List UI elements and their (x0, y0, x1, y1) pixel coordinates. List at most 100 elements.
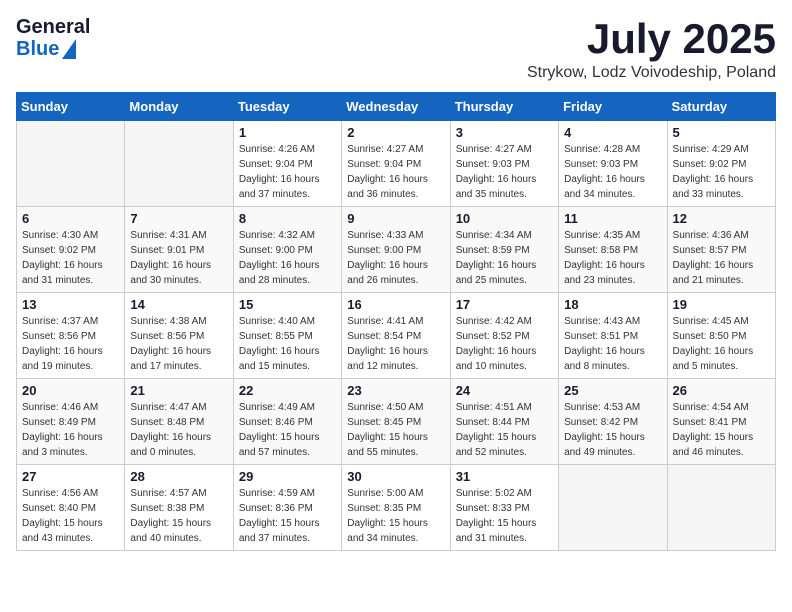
day-detail: Sunrise: 4:26 AM Sunset: 9:04 PM Dayligh… (239, 142, 336, 202)
calendar-cell: 19 Sunrise: 4:45 AM Sunset: 8:50 PM Dayli… (667, 293, 775, 379)
calendar-cell: 2 Sunrise: 4:27 AM Sunset: 9:04 PM Daylig… (342, 121, 450, 207)
day-number: 20 (22, 383, 119, 398)
calendar-cell (17, 121, 125, 207)
calendar-cell: 10Sunrise: 4:34 AM Sunset: 8:59 PM Dayli… (450, 207, 558, 293)
calendar-cell: 17Sunrise: 4:42 AM Sunset: 8:52 PM Dayli… (450, 293, 558, 379)
calendar-cell: 4 Sunrise: 4:28 AM Sunset: 9:03 PM Daylig… (559, 121, 667, 207)
calendar-cell: 9Sunrise: 4:33 AM Sunset: 9:00 PM Daylig… (342, 207, 450, 293)
day-detail: Sunrise: 4:51 AM Sunset: 8:44 PM Dayligh… (456, 400, 553, 460)
calendar-cell: 14Sunrise: 4:38 AM Sunset: 8:56 PM Dayli… (125, 293, 233, 379)
day-number: 12 (673, 211, 770, 226)
day-number: 30 (347, 469, 444, 484)
calendar-cell: 11Sunrise: 4:35 AM Sunset: 8:58 PM Dayli… (559, 207, 667, 293)
day-number: 24 (456, 383, 553, 398)
weekday-header-row: SundayMondayTuesdayWednesdayThursdayFrid… (17, 93, 776, 121)
logo-blue-text: Blue (16, 38, 59, 60)
day-number: 22 (239, 383, 336, 398)
logo-triangle-icon (62, 39, 76, 59)
calendar-cell: 26 Sunrise: 4:54 AM Sunset: 8:41 PM Dayli… (667, 379, 775, 465)
day-number: 17 (456, 297, 553, 312)
calendar-week-row: 27 Sunrise: 4:56 AM Sunset: 8:40 PM Dayli… (17, 465, 776, 551)
calendar-week-row: 6 Sunrise: 4:30 AM Sunset: 9:02 PM Daylig… (17, 207, 776, 293)
day-detail: Sunrise: 4:41 AM Sunset: 8:54 PM Dayligh… (347, 314, 444, 374)
day-detail: Sunrise: 4:40 AM Sunset: 8:55 PM Dayligh… (239, 314, 336, 374)
day-detail: Sunrise: 4:54 AM Sunset: 8:41 PM Dayligh… (673, 400, 770, 460)
day-number: 4 (564, 125, 661, 140)
day-detail: Sunrise: 4:27 AM Sunset: 9:04 PM Dayligh… (347, 142, 444, 202)
calendar-cell: 18 Sunrise: 4:43 AM Sunset: 8:51 PM Dayli… (559, 293, 667, 379)
day-detail: Sunrise: 4:46 AM Sunset: 8:49 PM Dayligh… (22, 400, 119, 460)
day-number: 21 (130, 383, 227, 398)
day-number: 19 (673, 297, 770, 312)
month-title: July 2025 (527, 16, 776, 62)
day-detail: Sunrise: 4:50 AM Sunset: 8:45 PM Dayligh… (347, 400, 444, 460)
day-number: 29 (239, 469, 336, 484)
calendar-cell: 31 Sunrise: 5:02 AM Sunset: 8:33 PM Dayli… (450, 465, 558, 551)
calendar-cell: 24 Sunrise: 4:51 AM Sunset: 8:44 PM Dayli… (450, 379, 558, 465)
day-detail: Sunrise: 4:43 AM Sunset: 8:51 PM Dayligh… (564, 314, 661, 374)
day-number: 13 (22, 297, 119, 312)
weekday-header: Tuesday (233, 93, 341, 121)
day-detail: Sunrise: 4:53 AM Sunset: 8:42 PM Dayligh… (564, 400, 661, 460)
day-detail: Sunrise: 4:56 AM Sunset: 8:40 PM Dayligh… (22, 486, 119, 546)
day-detail: Sunrise: 4:34 AM Sunset: 8:59 PM Dayligh… (456, 228, 553, 288)
calendar-table: SundayMondayTuesdayWednesdayThursdayFrid… (16, 92, 776, 551)
day-number: 6 (22, 211, 119, 226)
calendar-cell: 22 Sunrise: 4:49 AM Sunset: 8:46 PM Dayli… (233, 379, 341, 465)
weekday-header: Sunday (17, 93, 125, 121)
day-number: 5 (673, 125, 770, 140)
weekday-header: Saturday (667, 93, 775, 121)
day-number: 15 (239, 297, 336, 312)
weekday-header: Friday (559, 93, 667, 121)
day-number: 25 (564, 383, 661, 398)
day-number: 2 (347, 125, 444, 140)
day-detail: Sunrise: 4:29 AM Sunset: 9:02 PM Dayligh… (673, 142, 770, 202)
weekday-header: Wednesday (342, 93, 450, 121)
day-detail: Sunrise: 4:37 AM Sunset: 8:56 PM Dayligh… (22, 314, 119, 374)
day-number: 28 (130, 469, 227, 484)
day-number: 31 (456, 469, 553, 484)
calendar-cell: 23 Sunrise: 4:50 AM Sunset: 8:45 PM Dayli… (342, 379, 450, 465)
logo-general-text: General (16, 16, 90, 38)
title-block: July 2025 Strykow, Lodz Voivodeship, Pol… (527, 16, 776, 82)
calendar-cell: 21 Sunrise: 4:47 AM Sunset: 8:48 PM Dayli… (125, 379, 233, 465)
calendar-week-row: 1Sunrise: 4:26 AM Sunset: 9:04 PM Daylig… (17, 121, 776, 207)
calendar-cell: 28 Sunrise: 4:57 AM Sunset: 8:38 PM Dayli… (125, 465, 233, 551)
location-subtitle: Strykow, Lodz Voivodeship, Poland (527, 64, 776, 82)
day-detail: Sunrise: 4:33 AM Sunset: 9:00 PM Dayligh… (347, 228, 444, 288)
day-detail: Sunrise: 4:45 AM Sunset: 8:50 PM Dayligh… (673, 314, 770, 374)
day-number: 26 (673, 383, 770, 398)
day-number: 11 (564, 211, 661, 226)
day-detail: Sunrise: 4:36 AM Sunset: 8:57 PM Dayligh… (673, 228, 770, 288)
calendar-week-row: 20 Sunrise: 4:46 AM Sunset: 8:49 PM Dayli… (17, 379, 776, 465)
day-detail: Sunrise: 4:30 AM Sunset: 9:02 PM Dayligh… (22, 228, 119, 288)
day-number: 27 (22, 469, 119, 484)
day-number: 23 (347, 383, 444, 398)
day-detail: Sunrise: 4:57 AM Sunset: 8:38 PM Dayligh… (130, 486, 227, 546)
day-detail: Sunrise: 4:28 AM Sunset: 9:03 PM Dayligh… (564, 142, 661, 202)
day-detail: Sunrise: 4:59 AM Sunset: 8:36 PM Dayligh… (239, 486, 336, 546)
calendar-cell: 12 Sunrise: 4:36 AM Sunset: 8:57 PM Dayli… (667, 207, 775, 293)
day-detail: Sunrise: 4:47 AM Sunset: 8:48 PM Dayligh… (130, 400, 227, 460)
day-detail: Sunrise: 4:31 AM Sunset: 9:01 PM Dayligh… (130, 228, 227, 288)
day-detail: Sunrise: 4:49 AM Sunset: 8:46 PM Dayligh… (239, 400, 336, 460)
calendar-cell: 25 Sunrise: 4:53 AM Sunset: 8:42 PM Dayli… (559, 379, 667, 465)
page-header: General Blue July 2025 Strykow, Lodz Voi… (16, 16, 776, 82)
weekday-header: Thursday (450, 93, 558, 121)
calendar-cell: 13 Sunrise: 4:37 AM Sunset: 8:56 PM Dayli… (17, 293, 125, 379)
calendar-cell: 29 Sunrise: 4:59 AM Sunset: 8:36 PM Dayli… (233, 465, 341, 551)
calendar-cell: 30Sunrise: 5:00 AM Sunset: 8:35 PM Dayli… (342, 465, 450, 551)
day-detail: Sunrise: 4:27 AM Sunset: 9:03 PM Dayligh… (456, 142, 553, 202)
calendar-cell (125, 121, 233, 207)
day-detail: Sunrise: 4:38 AM Sunset: 8:56 PM Dayligh… (130, 314, 227, 374)
day-number: 3 (456, 125, 553, 140)
calendar-cell: 3 Sunrise: 4:27 AM Sunset: 9:03 PM Daylig… (450, 121, 558, 207)
calendar-cell: 1Sunrise: 4:26 AM Sunset: 9:04 PM Daylig… (233, 121, 341, 207)
calendar-cell (667, 465, 775, 551)
day-number: 8 (239, 211, 336, 226)
logo: General Blue (16, 16, 90, 60)
day-number: 18 (564, 297, 661, 312)
calendar-cell: 16Sunrise: 4:41 AM Sunset: 8:54 PM Dayli… (342, 293, 450, 379)
day-detail: Sunrise: 5:02 AM Sunset: 8:33 PM Dayligh… (456, 486, 553, 546)
calendar-cell: 15 Sunrise: 4:40 AM Sunset: 8:55 PM Dayli… (233, 293, 341, 379)
